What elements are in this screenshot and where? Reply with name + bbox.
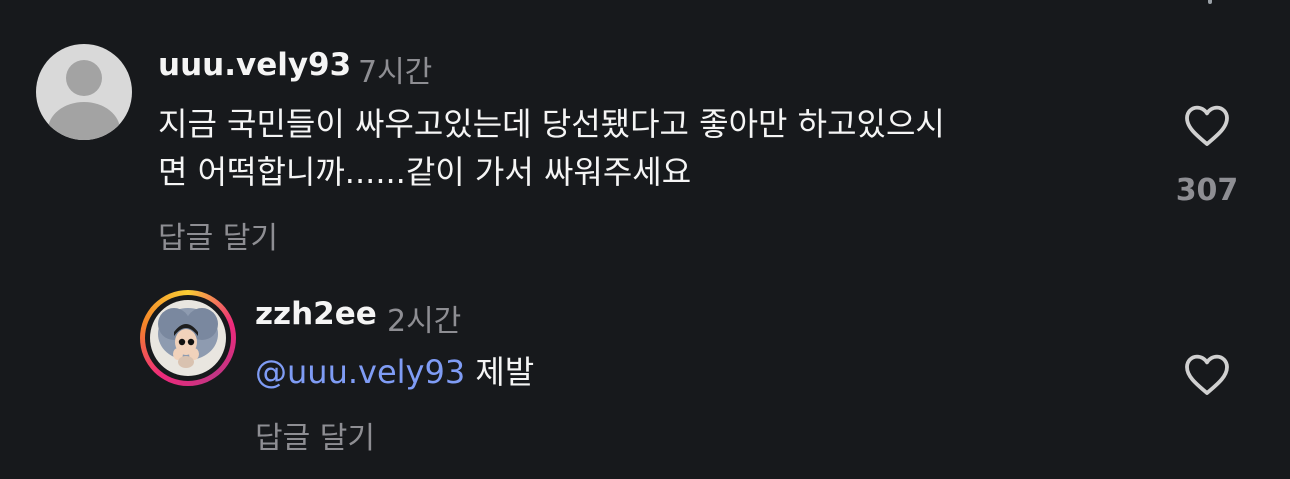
comment-text-line-2: 면 어떡합니까......같이 가서 싸워주세요 xyxy=(158,153,692,191)
reply-button[interactable]: 답글 달기 xyxy=(255,413,375,457)
comment-text-line-1: 지금 국민들이 싸우고있는데 당선됐다고 좋아만 하고있으시 xyxy=(158,105,945,143)
reply-timestamp: 2시간 xyxy=(387,304,462,339)
reply-username[interactable]: zzh2ee xyxy=(255,296,377,332)
reply-button[interactable]: 답글 달기 xyxy=(158,213,278,257)
scroll-indicator xyxy=(1208,0,1212,4)
reply-text-body: 제발 xyxy=(475,353,535,391)
comment-timestamp: 7시간 xyxy=(358,55,433,90)
avatar xyxy=(150,300,226,376)
reply-text: @uuu.vely93 제발 xyxy=(255,348,534,396)
like-count: 307 xyxy=(1175,173,1239,208)
story-ring-avatar[interactable] xyxy=(140,290,236,386)
heart-icon[interactable] xyxy=(1183,103,1231,147)
heart-icon[interactable] xyxy=(1183,352,1231,396)
default-avatar-icon[interactable] xyxy=(36,44,132,140)
mention-link[interactable]: @uuu.vely93 xyxy=(255,353,465,391)
comment-text: 지금 국민들이 싸우고있는데 당선됐다고 좋아만 하고있으시 면 어떡합니까..… xyxy=(158,100,1168,196)
comment-username[interactable]: uuu.vely93 xyxy=(158,47,351,83)
